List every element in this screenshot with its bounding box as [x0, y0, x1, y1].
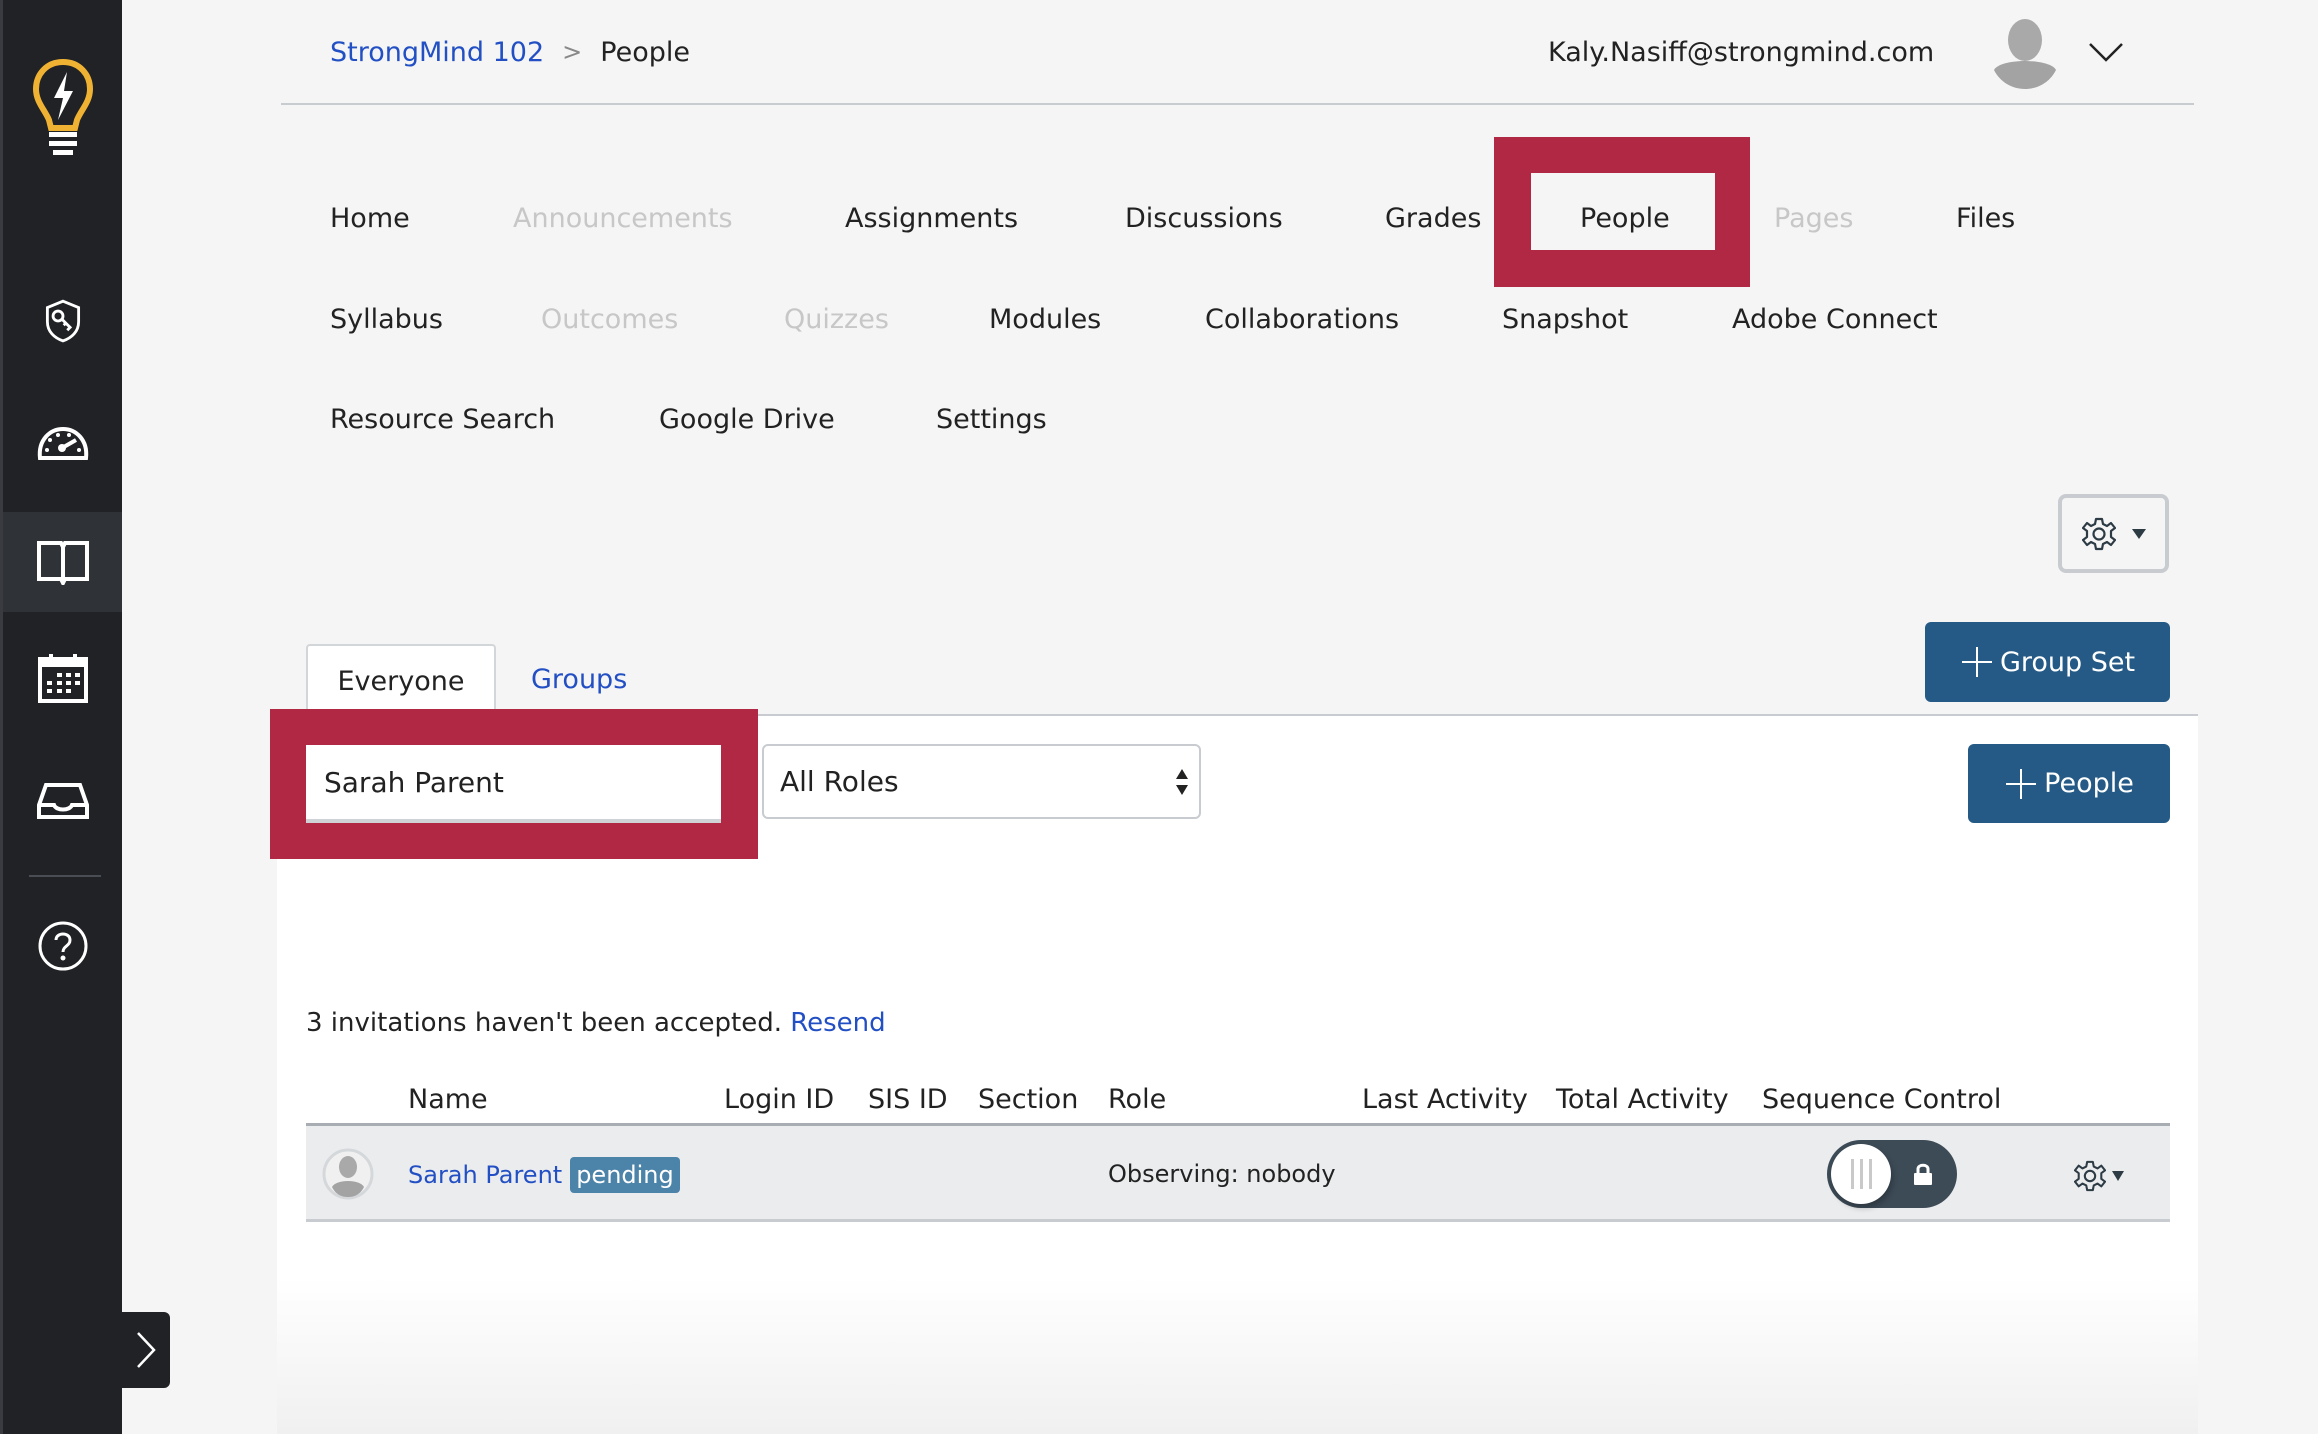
caret-down-icon [2112, 1171, 2124, 1181]
nav-assignments[interactable]: Assignments [845, 201, 1018, 237]
nav-resource-search[interactable]: Resource Search [330, 402, 555, 438]
person-avatar [322, 1147, 374, 1201]
calendar-icon[interactable] [3, 638, 122, 720]
column-header-last-activity[interactable]: Last Activity [1362, 1082, 1528, 1118]
nav-snapshot[interactable]: Snapshot [1502, 302, 1628, 338]
invitations-text: 3 invitations haven't been accepted. [306, 1008, 782, 1038]
nav-google-drive[interactable]: Google Drive [659, 402, 835, 438]
nav-outcomes[interactable]: Outcomes [541, 302, 678, 338]
add-people-button[interactable]: People [1968, 744, 2170, 823]
column-header-section[interactable]: Section [978, 1082, 1078, 1118]
tab-groups[interactable]: Groups [531, 660, 627, 700]
person-name-link[interactable]: Sarah Parent [408, 1158, 562, 1192]
plus-icon [1961, 647, 1992, 677]
column-header-login-id[interactable]: Login ID [724, 1082, 834, 1118]
user-avatar[interactable] [1992, 18, 2058, 90]
gear-icon [2081, 517, 2116, 550]
user-email: Kaly.Nasiff@strongmind.com [1548, 36, 1935, 68]
pending-badge: pending [570, 1157, 680, 1193]
breadcrumb-course-link[interactable]: StrongMind 102 [330, 37, 544, 68]
nav-syllabus[interactable]: Syllabus [330, 302, 443, 338]
nav-adobe-connect[interactable]: Adobe Connect [1732, 302, 1938, 338]
nav-people[interactable]: People [1580, 201, 1670, 237]
lock-icon [1914, 1163, 1932, 1185]
add-people-label: People [2044, 768, 2134, 799]
nav-discussions[interactable]: Discussions [1125, 201, 1283, 237]
nav-announcements[interactable]: Announcements [513, 201, 733, 237]
person-name-cell: Sarah Parent pending [408, 1157, 680, 1193]
breadcrumb-separator: > [562, 38, 583, 66]
caret-down-icon [2131, 528, 2146, 539]
chevron-right-icon [137, 1332, 156, 1368]
column-header-sis-id[interactable]: SIS ID [868, 1082, 948, 1118]
column-header-role[interactable]: Role [1108, 1082, 1166, 1118]
column-header-sequence-control[interactable]: Sequence Control [1762, 1082, 2001, 1118]
nav-home[interactable]: Home [330, 201, 410, 237]
nav-settings[interactable]: Settings [936, 402, 1047, 438]
add-group-set-button[interactable]: Group Set [1925, 622, 2170, 702]
role-filter-select[interactable]: All Roles [762, 744, 1201, 819]
nav-collaborations[interactable]: Collaborations [1205, 302, 1399, 338]
search-people-input[interactable] [306, 745, 721, 823]
page-settings-menu-button[interactable] [2058, 494, 2169, 573]
inbox-icon[interactable] [3, 760, 122, 842]
plus-icon [2006, 768, 2037, 799]
select-arrows-icon [1176, 768, 1188, 795]
nav-files[interactable]: Files [1956, 201, 2015, 237]
gear-icon [2074, 1160, 2106, 1192]
lightbulb-logo-icon[interactable] [3, 55, 122, 167]
resend-link[interactable]: Resend [790, 1008, 885, 1038]
dashboard-gauge-icon[interactable] [3, 402, 122, 484]
sequence-control-toggle[interactable] [1827, 1140, 1957, 1208]
nav-modules[interactable]: Modules [989, 302, 1101, 338]
breadcrumb-current: People [600, 36, 690, 68]
nav-pages[interactable]: Pages [1774, 201, 1853, 237]
tab-everyone[interactable]: Everyone [306, 644, 496, 716]
global-nav-sidebar [0, 0, 122, 1434]
shield-key-icon[interactable] [3, 280, 122, 362]
role-filter-value: All Roles [780, 765, 899, 798]
toggle-knob[interactable] [1831, 1144, 1891, 1204]
pending-invitations-notice: 3 invitations haven't been accepted. Res… [306, 1005, 886, 1041]
header-divider [281, 103, 2194, 105]
column-header-name[interactable]: Name [408, 1082, 488, 1118]
add-group-set-label: Group Set [1999, 646, 2136, 678]
nav-grades[interactable]: Grades [1385, 201, 1481, 237]
person-role: Observing: nobody [1108, 1160, 1336, 1188]
help-icon[interactable] [3, 905, 122, 987]
expand-nav-button[interactable] [122, 1312, 170, 1388]
row-actions-menu-button[interactable] [2074, 1160, 2124, 1192]
nav-quizzes[interactable]: Quizzes [784, 302, 889, 338]
user-menu-chevron-icon[interactable] [2086, 38, 2126, 66]
sidebar-divider [29, 875, 101, 877]
column-header-total-activity[interactable]: Total Activity [1556, 1082, 1729, 1118]
breadcrumb: StrongMind 102 > People [330, 34, 690, 70]
book-icon[interactable] [3, 512, 122, 612]
